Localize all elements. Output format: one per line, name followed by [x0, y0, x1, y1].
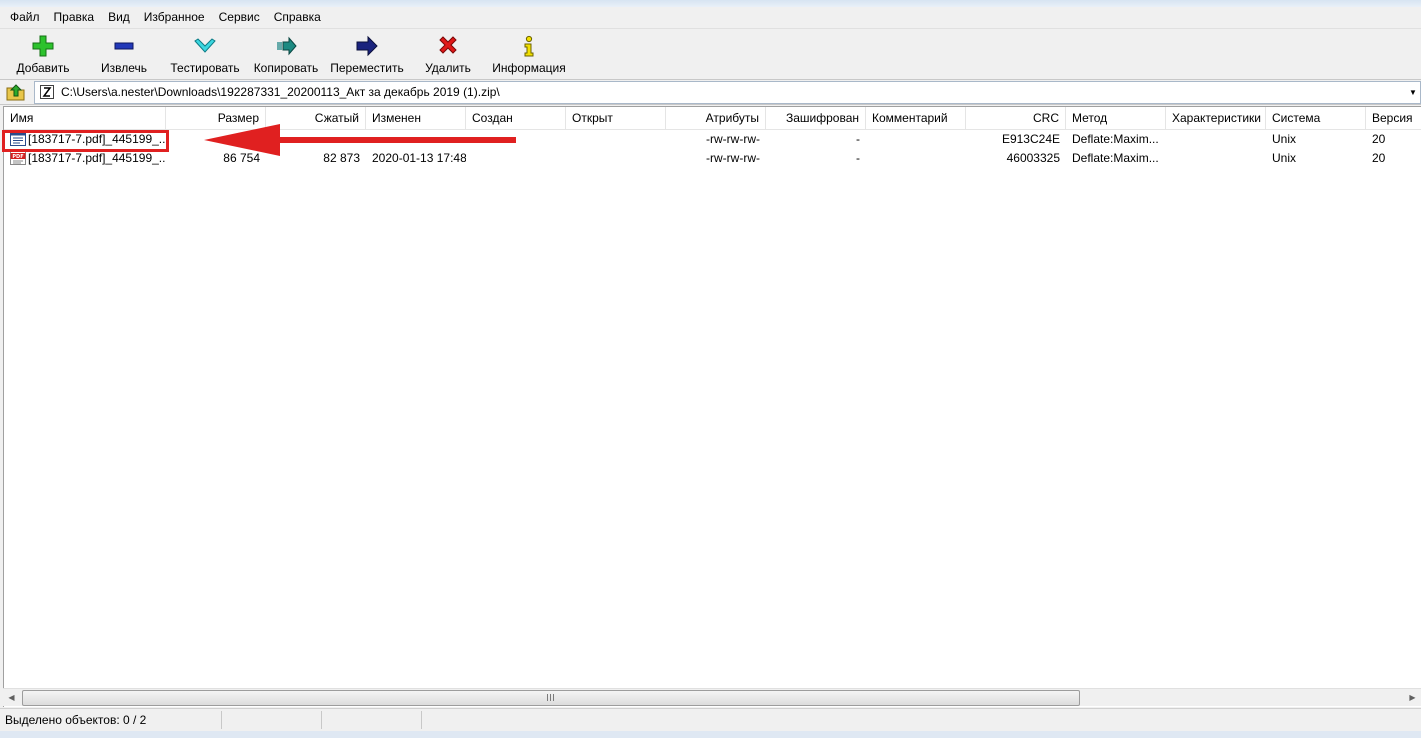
horizontal-scrollbar[interactable]: ◀ ▶: [3, 688, 1421, 706]
file-rows: [183717-7.pdf]_445199_... -rw-rw-rw- - E…: [4, 130, 1421, 168]
title-strip: [0, 0, 1421, 7]
column-header-row: Имя Размер Сжатый Изменен Создан Открыт …: [4, 107, 1421, 130]
info-button-label: Информация: [492, 61, 566, 75]
file-characteristics: [1166, 149, 1266, 168]
column-name[interactable]: Имя: [4, 107, 166, 129]
column-crc[interactable]: CRC: [966, 107, 1066, 129]
extract-button[interactable]: Извлечь: [92, 32, 156, 76]
file-name: [183717-7.pdf]_445199_...: [28, 151, 166, 165]
copy-button-label: Копировать: [253, 61, 319, 75]
delete-button[interactable]: Удалить: [420, 32, 476, 76]
minus-icon: [114, 42, 134, 50]
column-packed[interactable]: Сжатый: [266, 107, 366, 129]
table-row[interactable]: PDF [183717-7.pdf]_445199_... 86 754 82 …: [4, 149, 1421, 168]
file-version: 20: [1372, 132, 1386, 146]
column-host-os[interactable]: Система: [1266, 107, 1366, 129]
file-size: [166, 130, 266, 149]
menu-favorites[interactable]: Избранное: [137, 7, 212, 28]
menu-help[interactable]: Справка: [267, 7, 328, 28]
menu-bar: Файл Правка Вид Избранное Сервис Справка: [0, 7, 1421, 29]
status-selected: Выделено объектов: 0 / 2: [0, 711, 222, 729]
extract-button-label: Извлечь: [100, 61, 147, 75]
file-crc: 46003325: [1006, 151, 1060, 165]
file-crc: E913C24E: [1001, 132, 1060, 146]
add-button[interactable]: Добавить: [10, 32, 76, 76]
plus-icon: [32, 35, 54, 57]
file-packed: 82 873: [323, 151, 360, 165]
column-created[interactable]: Создан: [466, 107, 566, 129]
column-method[interactable]: Метод: [1066, 107, 1166, 129]
move-button[interactable]: Переместить: [330, 32, 404, 76]
delete-button-label: Удалить: [425, 61, 471, 75]
status-panel-2: [222, 711, 322, 729]
column-characteristics[interactable]: Характеристики: [1166, 107, 1266, 129]
file-method: Deflate:Maxim...: [1072, 151, 1159, 165]
table-row[interactable]: [183717-7.pdf]_445199_... -rw-rw-rw- - E…: [4, 130, 1421, 149]
file-comment: [866, 149, 966, 168]
test-button-label: Тестировать: [170, 61, 240, 75]
file-created: [466, 149, 566, 168]
add-button-label: Добавить: [16, 61, 70, 75]
zip-archive-icon: [40, 85, 54, 99]
status-bar: Выделено объектов: 0 / 2: [0, 708, 1421, 731]
folder-up-icon: [6, 84, 25, 101]
copy-arrow-icon: [277, 36, 297, 56]
scroll-right-icon[interactable]: ▶: [1404, 689, 1421, 706]
menu-edit[interactable]: Правка: [47, 7, 102, 28]
checkmark-icon: [194, 38, 216, 53]
scrollbar-thumb[interactable]: [22, 690, 1080, 706]
column-accessed[interactable]: Открыт: [566, 107, 666, 129]
menu-file[interactable]: Файл: [0, 7, 47, 28]
window-bottom-edge: [0, 731, 1421, 738]
chevron-down-icon[interactable]: ▼: [1408, 82, 1418, 103]
status-panel-3: [322, 711, 422, 729]
file-packed: [266, 130, 366, 149]
file-list: Имя Размер Сжатый Изменен Создан Открыт …: [3, 106, 1421, 707]
address-bar: C:\Users\a.nester\Downloads\192287331_20…: [0, 80, 1421, 105]
file-created: [466, 130, 566, 149]
file-attributes: -rw-rw-rw-: [706, 132, 760, 146]
column-attributes[interactable]: Атрибуты: [666, 107, 766, 129]
scroll-left-icon[interactable]: ◀: [3, 689, 20, 706]
file-accessed: [566, 130, 666, 149]
menu-view[interactable]: Вид: [101, 7, 137, 28]
file-encrypted: -: [856, 132, 860, 146]
column-comment[interactable]: Комментарий: [866, 107, 966, 129]
delete-x-icon: [439, 36, 457, 54]
file-method: Deflate:Maxim...: [1072, 132, 1159, 146]
info-button[interactable]: Информация: [490, 32, 568, 76]
file-name: [183717-7.pdf]_445199_...: [28, 132, 166, 146]
menu-tools[interactable]: Сервис: [212, 7, 267, 28]
column-version[interactable]: Версия: [1366, 107, 1421, 129]
toolbar: Добавить Извлечь Тестировать Копировать: [0, 29, 1421, 80]
file-modified: 2020-01-13 17:48: [372, 151, 466, 165]
file-attributes: -rw-rw-rw-: [706, 151, 760, 165]
file-host-os: Unix: [1272, 132, 1297, 146]
test-button[interactable]: Тестировать: [168, 32, 242, 76]
file-modified: [366, 130, 466, 149]
file-characteristics: [1166, 130, 1266, 149]
address-path: C:\Users\a.nester\Downloads\192287331_20…: [61, 85, 500, 99]
move-arrow-icon: [356, 35, 378, 57]
column-encrypted[interactable]: Зашифрован: [766, 107, 866, 129]
up-folder-button[interactable]: [5, 82, 27, 102]
file-version: 20: [1372, 151, 1386, 165]
file-comment: [866, 130, 966, 149]
info-icon: [524, 35, 534, 57]
column-size[interactable]: Размер: [166, 107, 266, 129]
file-encrypted: -: [856, 151, 860, 165]
grip-icon: [547, 694, 555, 701]
column-modified[interactable]: Изменен: [366, 107, 466, 129]
file-accessed: [566, 149, 666, 168]
file-host-os: Unix: [1272, 151, 1297, 165]
move-button-label: Переместить: [330, 61, 404, 75]
address-field[interactable]: C:\Users\a.nester\Downloads\192287331_20…: [34, 81, 1421, 104]
archive-manager-window: Файл Правка Вид Избранное Сервис Справка…: [0, 0, 1421, 738]
file-size: 86 754: [223, 151, 260, 165]
copy-button[interactable]: Копировать: [250, 32, 322, 76]
